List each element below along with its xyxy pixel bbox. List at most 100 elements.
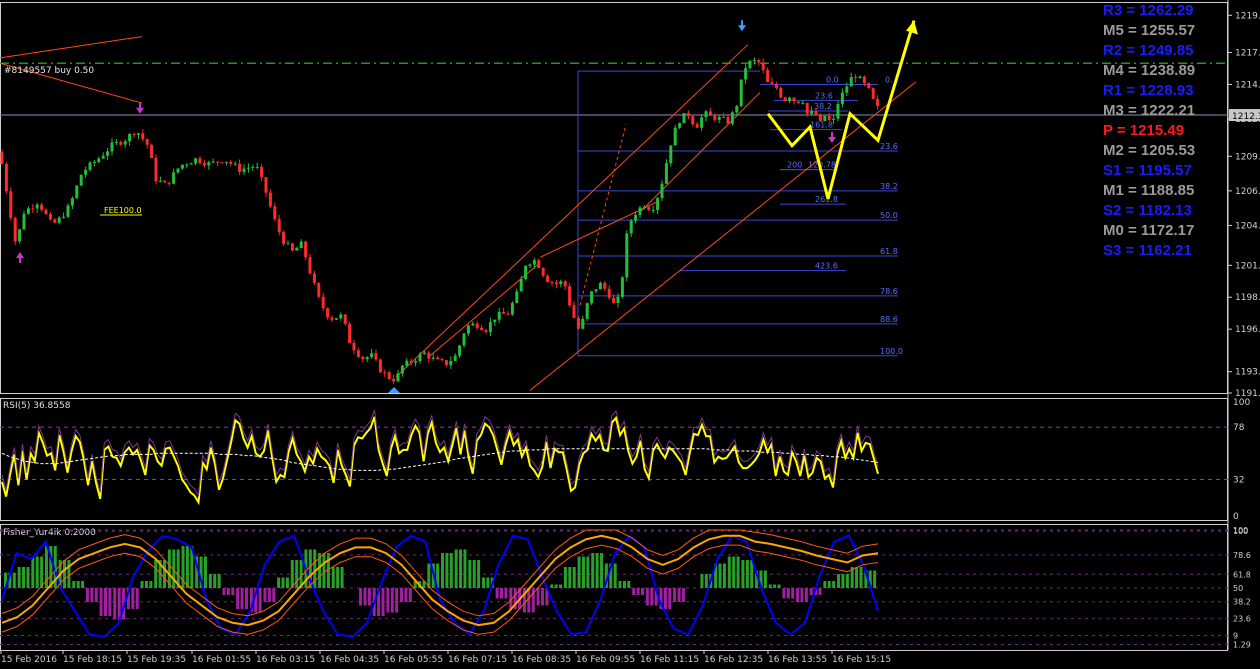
candle-bear — [383, 372, 387, 374]
trend-line[interactable] — [639, 92, 761, 213]
candle-bull — [585, 303, 589, 319]
trading-chart-window[interactable]: 1219.81217.01214.61212.01209.21206.61204… — [0, 0, 1260, 665]
fisher-axis-label: 50 — [1233, 584, 1243, 593]
candle-bear — [572, 305, 576, 318]
fisher-hist-bar-up — [732, 556, 736, 588]
candle-bear — [541, 267, 545, 276]
fisher-hist-bar-down — [381, 588, 385, 616]
candle-bull — [189, 163, 193, 165]
candle-bear — [202, 163, 206, 166]
candle-bear — [603, 282, 607, 289]
time-axis-label: 16 Feb 05:55 — [384, 655, 443, 665]
candle-bear — [779, 87, 783, 98]
candle-bull — [739, 79, 743, 107]
fisher-hist-bar-up — [290, 560, 294, 588]
candle-bear — [273, 206, 277, 220]
fisher-hist-bar-down — [796, 588, 800, 602]
trend-line[interactable] — [0, 36, 143, 59]
candle-bear — [480, 327, 484, 331]
fisher-hist-bar-up — [563, 567, 567, 588]
trend-line[interactable] — [529, 81, 917, 391]
price-axis-label: 1201.0 — [1235, 261, 1260, 271]
candle-bull — [660, 183, 664, 199]
fisher-hist-bar-down — [536, 588, 540, 606]
fib-ext-label: 200 — [787, 161, 802, 170]
fib-level-label: 61.8 — [880, 247, 898, 256]
fib-level-label: 38.2 — [880, 182, 898, 191]
fisher-hist-bar-up — [81, 581, 85, 588]
fisher-hist-bar-down — [386, 588, 390, 613]
fisher-hist-bar-down — [400, 588, 404, 602]
main-price-panel[interactable] — [0, 2, 1228, 394]
candle-bear — [13, 217, 17, 242]
candle-bear — [282, 232, 286, 244]
chart-canvas[interactable]: 1219.81217.01214.61212.01209.21206.61204… — [0, 0, 1260, 665]
fisher-hist-bar-down — [108, 588, 112, 616]
pivot-label: M5 = 1255.57 — [1103, 22, 1195, 39]
time-axis-label: 16 Feb 03:15 — [256, 655, 315, 665]
pivot-label: R2 = 1249.85 — [1103, 42, 1194, 59]
fisher-hist-bar-up — [441, 553, 444, 588]
candle-bull — [299, 241, 303, 249]
fisher-hist-bar-down — [791, 588, 795, 599]
rsi-axis-label: 78 — [1233, 423, 1245, 433]
candle-bull — [634, 214, 638, 221]
fib-ext-label: 423.6 — [815, 262, 838, 271]
candle-bull — [255, 166, 259, 168]
fisher-hist-bar-up — [841, 574, 845, 588]
fisher-hist-bar-up — [213, 574, 217, 588]
candle-bull — [823, 115, 827, 121]
fisher-hist-bar-up — [63, 560, 67, 588]
candle-bull — [669, 145, 673, 164]
candle-bull — [79, 174, 83, 186]
candle-bull — [106, 151, 110, 156]
candle-bear — [796, 101, 800, 104]
candle-bull — [748, 60, 752, 69]
fisher-hist-bar-down — [258, 588, 262, 613]
candle-bull — [449, 360, 453, 366]
fisher-hist-bar-down — [113, 588, 117, 620]
fib-level-label: 88.6 — [880, 315, 898, 324]
candle-bull — [172, 172, 176, 184]
candle-bear — [119, 141, 123, 145]
candle-bear — [546, 275, 550, 283]
candle-bull — [136, 133, 140, 135]
candle-bear — [312, 273, 316, 284]
projection-path[interactable] — [766, 20, 916, 200]
candle-bear — [260, 166, 264, 178]
candle-bear — [330, 317, 334, 320]
fisher-hist-bar-up — [277, 577, 281, 588]
bottom-arrow-icon — [388, 387, 400, 393]
fisher-axis-label: 23.6 — [1233, 615, 1251, 624]
candle-bull — [704, 111, 708, 118]
candle-bear — [691, 116, 695, 125]
candle-bear — [612, 297, 616, 304]
fib-level-label: 23.6 — [880, 142, 898, 151]
fisher-hist-bar-up — [203, 556, 207, 588]
candle-bull — [339, 314, 343, 319]
candle-bull — [849, 77, 853, 87]
trend-line[interactable] — [395, 44, 749, 378]
candle-bear — [502, 311, 506, 314]
candle-bear — [475, 323, 479, 328]
time-axis-label: 16 Feb 04:35 — [320, 655, 379, 665]
rsi-panel[interactable] — [0, 398, 1228, 521]
fisher-hist-bar-up — [459, 549, 463, 588]
candle-bull — [559, 281, 563, 285]
candle-bear — [277, 219, 281, 233]
candle-bear — [53, 219, 57, 223]
candle-bull — [194, 158, 198, 164]
trend-line[interactable] — [429, 262, 541, 357]
fisher-hist-bar-down — [663, 588, 667, 609]
fisher-hist-bar-down — [395, 588, 399, 613]
fisher-hist-bar-up — [568, 567, 572, 588]
fisher-hist-bar-up — [331, 567, 335, 588]
fisher-hist-bar-up — [336, 567, 340, 588]
fisher-hist-bar-up — [26, 567, 30, 588]
trend-line[interactable] — [579, 124, 627, 306]
candle-bull — [840, 92, 844, 105]
time-axis-label: 16 Feb 01:55 — [192, 655, 251, 665]
fisher-hist-bar-up — [31, 556, 35, 588]
candle-bull — [251, 166, 255, 168]
fisher-hist-bar-up — [745, 560, 749, 588]
